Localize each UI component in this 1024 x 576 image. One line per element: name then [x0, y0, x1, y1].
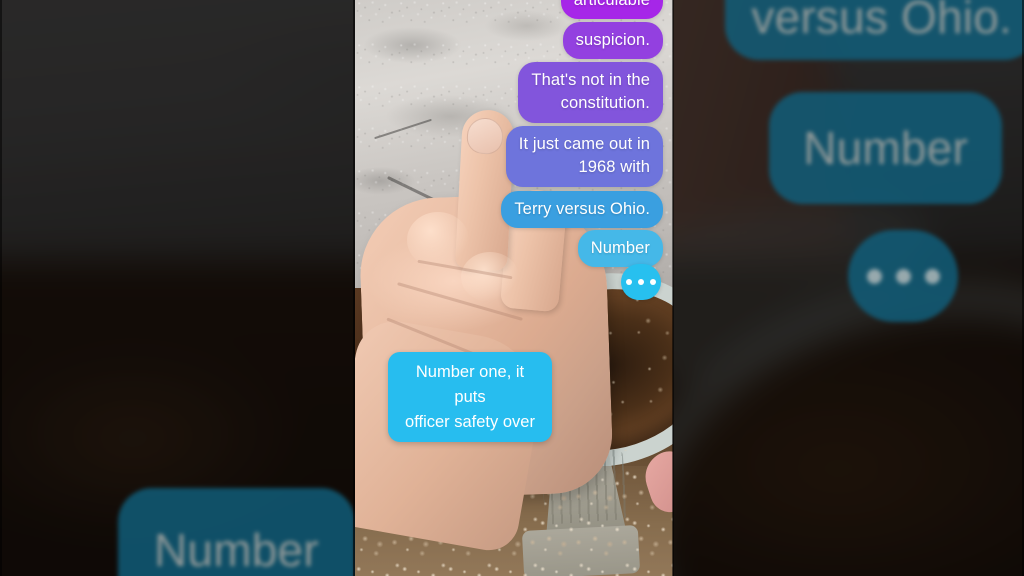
- ghost-caption-bubble: versus Ohio.: [725, 0, 1024, 60]
- knuckle: [407, 212, 469, 268]
- video-left-seam: [353, 0, 355, 576]
- ghost-caption-bubble: Number: [769, 92, 1002, 204]
- left-edge-pillar: [0, 0, 2, 576]
- ghost-dot: [924, 268, 940, 284]
- ghost-dot: [895, 268, 911, 284]
- lower-caption-bubble: Number one, it puts officer safety over: [388, 352, 552, 443]
- video-right-seam: [672, 0, 674, 576]
- video-player-stage: versus Ohio. Number Number articulable s…: [0, 0, 1024, 576]
- video-frame[interactable]: [355, 0, 673, 576]
- ghost-caption-bubble: Number: [118, 488, 355, 576]
- ghost-typing-dots: [848, 230, 958, 322]
- ghost-dot: [866, 268, 882, 284]
